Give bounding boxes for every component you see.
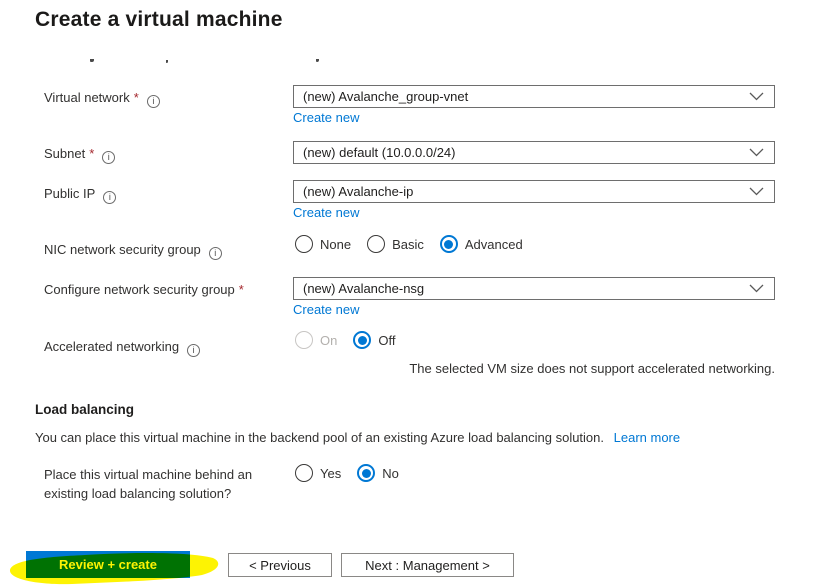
radio-selected-icon xyxy=(357,464,376,482)
radio-disabled-icon xyxy=(295,331,313,349)
virtual-network-label: Virtual network * i xyxy=(44,89,160,108)
radio-unselected-icon xyxy=(295,464,313,482)
accelerated-networking-option-on: On xyxy=(295,331,337,349)
load-balancing-option-yes[interactable]: Yes xyxy=(295,464,341,482)
public-ip-create-new-link[interactable]: Create new xyxy=(293,205,359,220)
required-asterisk: * xyxy=(133,90,139,105)
radio-selected-icon xyxy=(353,331,372,349)
nic-nsg-option-basic[interactable]: Basic xyxy=(367,235,424,253)
load-balancing-heading: Load balancing xyxy=(35,402,135,417)
configure-nsg-value: (new) Avalanche-nsg xyxy=(303,281,425,296)
nic-nsg-option-none[interactable]: None xyxy=(295,235,351,253)
subnet-value: (new) default (10.0.0.0/24) xyxy=(303,145,456,160)
previous-button[interactable]: < Previous xyxy=(228,553,332,577)
radio-unselected-icon xyxy=(295,235,313,253)
public-ip-dropdown[interactable]: (new) Avalanche-ip xyxy=(293,180,775,203)
nic-nsg-label: NIC network security group i xyxy=(44,241,222,260)
next-management-button[interactable]: Next : Management > xyxy=(341,553,514,577)
info-icon[interactable]: i xyxy=(146,95,160,108)
info-icon[interactable]: i xyxy=(102,151,116,164)
radio-unselected-icon xyxy=(367,235,386,253)
chevron-down-icon xyxy=(749,148,764,157)
public-ip-value: (new) Avalanche-ip xyxy=(303,184,414,199)
load-balancing-description: You can place this virtual machine in th… xyxy=(35,430,681,445)
load-balancing-question-label: Place this virtual machine behind an exi… xyxy=(44,467,253,501)
chevron-down-icon xyxy=(749,92,764,101)
required-asterisk: * xyxy=(89,146,95,161)
learn-more-link[interactable]: Learn more xyxy=(614,430,680,445)
configure-nsg-dropdown[interactable]: (new) Avalanche-nsg xyxy=(293,277,775,300)
info-icon[interactable]: i xyxy=(103,191,117,204)
load-balancing-question-radio-group: Yes No xyxy=(295,464,415,482)
configure-nsg-create-new-link[interactable]: Create new xyxy=(293,302,359,317)
info-icon[interactable]: i xyxy=(187,344,201,357)
info-icon[interactable]: i xyxy=(208,247,222,260)
accelerated-networking-option-off[interactable]: Off xyxy=(353,331,395,349)
configure-nsg-label: Configure network security group * xyxy=(44,282,244,297)
chevron-down-icon xyxy=(749,284,764,293)
nic-nsg-option-advanced[interactable]: Advanced xyxy=(439,235,523,253)
clipped-text-fragment xyxy=(166,60,168,63)
accelerated-networking-radio-group: On Off xyxy=(295,331,411,349)
subnet-label: Subnet * i xyxy=(44,145,116,164)
accelerated-networking-label: Accelerated networking i xyxy=(44,338,201,357)
nic-nsg-radio-group: None Basic Advanced xyxy=(295,235,539,253)
chevron-down-icon xyxy=(749,187,764,196)
load-balancing-option-no[interactable]: No xyxy=(357,464,399,482)
public-ip-label: Public IP i xyxy=(44,185,117,204)
radio-selected-icon xyxy=(439,235,458,253)
virtual-network-create-new-link[interactable]: Create new xyxy=(293,110,359,125)
review-create-button[interactable]: Review + create xyxy=(26,551,190,578)
create-vm-page: Create a virtual machine Virtual network… xyxy=(0,0,828,586)
virtual-network-dropdown[interactable]: (new) Avalanche_group-vnet xyxy=(293,85,775,108)
clipped-text-fragment xyxy=(90,59,94,62)
page-title: Create a virtual machine xyxy=(35,8,283,31)
virtual-network-value: (new) Avalanche_group-vnet xyxy=(303,89,469,104)
clipped-text-fragment xyxy=(316,59,319,62)
required-asterisk: * xyxy=(238,282,244,297)
subnet-dropdown[interactable]: (new) default (10.0.0.0/24) xyxy=(293,141,775,164)
accelerated-networking-note: The selected VM size does not support ac… xyxy=(409,361,775,376)
